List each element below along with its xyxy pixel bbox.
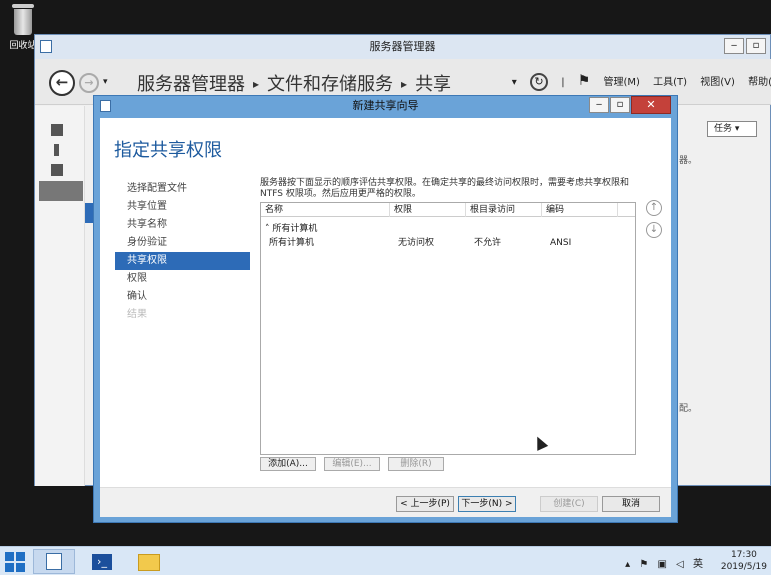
nav-dropdown-icon[interactable]: ▾ <box>512 77 517 88</box>
taskbar: ›_ ▴ ⚑ ▣ ◁ 英 17:30 2019/5/19 <box>0 546 771 575</box>
list-header: 名称 权限 根目录访问 编码 <box>261 203 635 217</box>
wizard-footer: < 上一步(P) 下一步(N) > 创建(C) 取消 <box>100 487 671 517</box>
wizard-maximize-button[interactable]: ▫ <box>610 97 630 113</box>
folder-icon <box>138 554 160 571</box>
wizard-steps: 选择配置文件 共享位置 共享名称 身份验证 共享权限 权限 确认 结果 <box>115 180 250 324</box>
group-label: 所有计算机 <box>272 224 318 234</box>
maximize-button[interactable]: ▫ <box>746 38 766 54</box>
column-encoding[interactable]: 编码 <box>542 203 618 217</box>
move-down-icon[interactable]: ↓ <box>646 222 662 238</box>
tray-expand-icon[interactable]: ▴ <box>625 559 630 570</box>
clock[interactable]: 17:30 2019/5/19 <box>721 549 767 573</box>
minimize-button[interactable]: ‒ <box>724 38 744 54</box>
next-button[interactable]: 下一步(N) > <box>458 496 516 512</box>
group-header[interactable]: ˄ 所有计算机 <box>265 221 317 234</box>
back-button[interactable]: < 上一步(P) <box>396 496 454 512</box>
cell-permission: 无访问权 <box>398 238 435 248</box>
clock-time: 17:30 <box>730 550 757 560</box>
create-button[interactable]: 创建(C) <box>540 496 598 512</box>
volume-icon[interactable]: ◁ <box>676 559 684 570</box>
add-button[interactable]: 添加(A)... <box>260 457 316 471</box>
edit-button[interactable]: 编辑(E)... <box>324 457 380 471</box>
action-center-flag-icon[interactable]: ⚑ <box>639 559 648 570</box>
breadcrumb-item[interactable]: 共享 <box>415 74 451 95</box>
taskbar-server-manager-button[interactable] <box>33 549 75 574</box>
breadcrumb: 服务器管理器 ▸ 文件和存储服务 ▸ 共享 <box>137 70 455 96</box>
recycle-bin-icon <box>10 2 36 36</box>
menu-view[interactable]: 视图(V) <box>700 77 735 88</box>
new-share-wizard-dialog: 新建共享向导 ‒ ▫ ✕ 指定共享权限 选择配置文件 共享位置 共享名称 身份验… <box>93 95 678 523</box>
share-permissions-list[interactable]: 名称 权限 根目录访问 编码 ˄ 所有计算机 所有计算机 无访问权 不允许 AN… <box>260 202 636 455</box>
server-manager-title: 服务器管理器 <box>369 40 436 53</box>
server-manager-titlebar: 服务器管理器 ‒ ▫ <box>35 35 770 59</box>
system-tray: ▴ ⚑ ▣ ◁ 英 <box>619 555 703 570</box>
cell-name: 所有计算机 <box>269 238 315 248</box>
step-select-profile[interactable]: 选择配置文件 <box>115 180 250 198</box>
wizard-body: 指定共享权限 选择配置文件 共享位置 共享名称 身份验证 共享权限 权限 确认 … <box>100 118 671 487</box>
column-permission[interactable]: 权限 <box>390 203 466 217</box>
table-row[interactable]: 所有计算机 无访问权 不允许 ANSI <box>261 235 635 251</box>
wizard-title: 新建共享向导 <box>352 99 419 112</box>
start-windows-icon[interactable] <box>5 552 25 572</box>
permissions-description: 服务器按下面显示的顺序评估共享权限。在确定共享的最终访问权限时，需要考虑共享权限… <box>260 178 660 200</box>
breadcrumb-separator-icon: ▸ <box>253 77 260 91</box>
server-manager-taskbar-icon <box>46 553 62 570</box>
clock-date: 2019/5/19 <box>720 562 767 572</box>
move-up-icon[interactable]: ↑ <box>646 200 662 216</box>
column-root-access[interactable]: 根目录访问 <box>466 203 542 217</box>
dashboard-icon[interactable] <box>51 124 63 136</box>
back-arrow-icon[interactable]: ← <box>49 70 75 96</box>
menu-help[interactable]: 帮助( <box>748 77 771 88</box>
tasks-label: 任务 <box>714 124 733 134</box>
network-icon[interactable]: ▣ <box>657 559 666 570</box>
wizard-close-button[interactable]: ✕ <box>631 96 671 114</box>
step-confirmation[interactable]: 确认 <box>115 288 250 306</box>
nav-toolbar: ▾ ↻ | ⚑ 管理(M) 工具(T) 视图(V) 帮助( <box>502 73 771 91</box>
page-title: 指定共享权限 <box>114 140 222 161</box>
step-share-permissions[interactable]: 共享权限 <box>115 252 250 270</box>
server-manager-sidebar <box>35 106 85 486</box>
toolbar-divider: | <box>561 77 565 88</box>
forward-arrow-icon[interactable]: → <box>79 73 99 93</box>
description-line: 服务器按下面显示的顺序评估共享权限。在确定共享的最终访问权限时，需要考虑共享权限… <box>260 178 630 188</box>
description-line: NTFS 权限项。然后应用更严格的权限。 <box>260 189 421 199</box>
step-permissions[interactable]: 权限 <box>115 270 250 288</box>
right-panel-text: 配。 <box>679 404 698 414</box>
wizard-app-icon <box>100 100 111 112</box>
powershell-icon: ›_ <box>92 554 112 570</box>
column-name[interactable]: 名称 <box>261 203 390 217</box>
wizard-minimize-button[interactable]: ‒ <box>589 97 609 113</box>
taskbar-powershell-button[interactable]: ›_ <box>80 549 122 574</box>
file-storage-services-selected[interactable] <box>39 181 83 201</box>
menu-tools[interactable]: 工具(T) <box>653 77 687 88</box>
step-share-location[interactable]: 共享位置 <box>115 198 250 216</box>
cell-encoding: ANSI <box>550 238 572 248</box>
wizard-titlebar: 新建共享向导 ‒ ▫ ✕ <box>94 96 677 116</box>
step-share-name[interactable]: 共享名称 <box>115 216 250 234</box>
breadcrumb-separator-icon: ▸ <box>401 77 408 91</box>
tasks-dropdown[interactable]: 任务 ▾ <box>707 121 757 137</box>
step-results: 结果 <box>127 309 147 320</box>
taskbar-explorer-button[interactable] <box>127 549 169 574</box>
breadcrumb-item[interactable]: 服务器管理器 <box>137 74 245 95</box>
collapse-chevron-icon[interactable]: ˄ <box>265 224 270 234</box>
refresh-icon[interactable]: ↻ <box>530 73 549 91</box>
step-authentication[interactable]: 身份验证 <box>115 234 250 252</box>
menu-manage[interactable]: 管理(M) <box>604 77 640 88</box>
local-server-icon[interactable] <box>54 144 59 156</box>
right-panel-text: 器。 <box>679 156 698 166</box>
breadcrumb-item[interactable]: 文件和存储服务 <box>267 74 393 95</box>
server-manager-app-icon <box>40 40 52 53</box>
notifications-flag-icon[interactable]: ⚑ <box>578 73 591 89</box>
selection-indicator <box>85 203 93 223</box>
remove-button[interactable]: 删除(R) <box>388 457 444 471</box>
ime-icon[interactable]: 英 <box>693 559 703 570</box>
all-servers-icon[interactable] <box>51 164 63 176</box>
cancel-button[interactable]: 取消 <box>602 496 660 512</box>
history-dropdown-icon[interactable]: ▾ <box>103 77 108 87</box>
cell-root-access: 不允许 <box>474 238 502 248</box>
